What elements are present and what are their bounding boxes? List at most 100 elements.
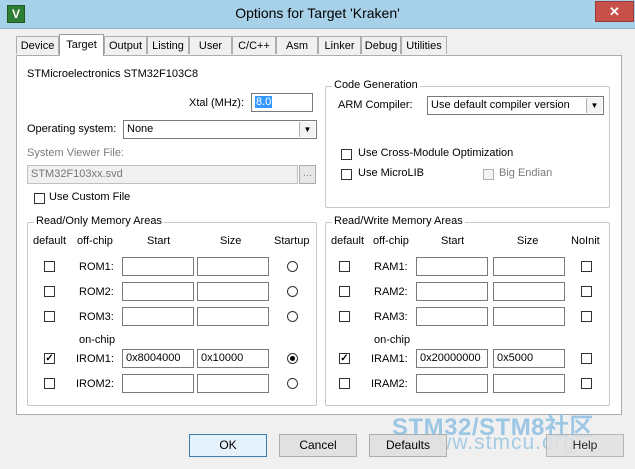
ram1-size-input[interactable] — [493, 257, 565, 276]
rw-header-noinit: NoInit — [571, 235, 600, 247]
read-write-memory-group: Read/Write Memory Areas default off-chip… — [325, 215, 610, 406]
irom1-default-checkbox[interactable]: ✓ — [44, 353, 55, 364]
tab-c-cpp[interactable]: C/C++ — [232, 36, 276, 54]
rom1-start-input[interactable] — [122, 257, 194, 276]
ram3-noinit-checkbox[interactable] — [581, 311, 592, 322]
read-only-memory-group: Read/Only Memory Areas default off-chip … — [27, 215, 317, 406]
rom2-startup-radio[interactable] — [287, 286, 298, 297]
tab-debug[interactable]: Debug — [361, 36, 401, 54]
ram1-noinit-checkbox[interactable] — [581, 261, 592, 272]
rom2-default-checkbox[interactable] — [44, 286, 55, 297]
defaults-button[interactable]: Defaults — [369, 434, 447, 457]
rom2-size-input[interactable] — [197, 282, 269, 301]
rom2-start-input[interactable] — [122, 282, 194, 301]
use-microlib-checkbox[interactable] — [341, 169, 352, 180]
cancel-button[interactable]: Cancel — [279, 434, 357, 457]
iram1-start-input[interactable]: 0x20000000 — [416, 349, 488, 368]
ram3-size-input[interactable] — [493, 307, 565, 326]
system-viewer-file-input[interactable]: STM32F103xx.svd — [27, 165, 298, 184]
irom1-label: IROM1: — [76, 353, 114, 365]
target-panel: STMicroelectronics STM32F103C8 Xtal (MHz… — [16, 55, 622, 415]
read-write-memory-title: Read/Write Memory Areas — [332, 215, 465, 227]
iram2-noinit-checkbox[interactable] — [581, 378, 592, 389]
tab-user[interactable]: User — [189, 36, 232, 54]
xtal-label: Xtal (MHz): — [189, 97, 244, 109]
iram1-size-input[interactable]: 0x5000 — [493, 349, 565, 368]
big-endian-checkbox[interactable] — [483, 169, 494, 180]
ro-header-size: Size — [220, 235, 242, 247]
operating-system-label: Operating system: — [27, 123, 117, 135]
irom2-default-checkbox[interactable] — [44, 378, 55, 389]
tab-output[interactable]: Output — [104, 36, 147, 54]
irom2-size-input[interactable] — [197, 374, 269, 393]
arm-compiler-select[interactable]: Use default compiler version ▼ — [427, 96, 604, 115]
ram1-start-input[interactable] — [416, 257, 488, 276]
irom1-start-input[interactable]: 0x8004000 — [122, 349, 194, 368]
iram2-default-checkbox[interactable] — [339, 378, 350, 389]
arm-compiler-value: Use default compiler version — [431, 99, 570, 111]
ram1-label: RAM1: — [374, 261, 408, 273]
iram2-size-input[interactable] — [493, 374, 565, 393]
cross-module-optimization-checkbox[interactable] — [341, 149, 352, 160]
tab-utilities[interactable]: Utilities — [401, 36, 447, 54]
ram3-default-checkbox[interactable] — [339, 311, 350, 322]
rom2-label: ROM2: — [79, 286, 114, 298]
xtal-value: 8.0 — [255, 96, 273, 108]
ram2-size-input[interactable] — [493, 282, 565, 301]
tab-target[interactable]: Target — [59, 34, 104, 56]
iram2-label: IRAM2: — [371, 378, 408, 390]
rom1-startup-radio[interactable] — [287, 261, 298, 272]
tab-device[interactable]: Device — [16, 36, 59, 54]
rom3-start-input[interactable] — [122, 307, 194, 326]
ro-header-default: default — [33, 235, 67, 247]
rom3-size-input[interactable] — [197, 307, 269, 326]
tab-listing[interactable]: Listing — [147, 36, 189, 54]
rw-onchip-label: on-chip — [374, 334, 411, 346]
system-viewer-file-label: System Viewer File: — [27, 147, 124, 159]
ram2-default-checkbox[interactable] — [339, 286, 350, 297]
irom2-label: IROM2: — [76, 378, 114, 390]
ram2-noinit-checkbox[interactable] — [581, 286, 592, 297]
help-button[interactable]: Help — [546, 434, 624, 457]
rom1-label: ROM1: — [79, 261, 114, 273]
ro-onchip-label: on-chip — [79, 334, 116, 346]
rom3-label: ROM3: — [79, 311, 114, 323]
irom1-startup-radio[interactable] — [287, 353, 298, 364]
window-title: Options for Target 'Kraken' — [235, 5, 400, 21]
use-custom-file-label: Use Custom File — [49, 191, 131, 203]
rom3-startup-radio[interactable] — [287, 311, 298, 322]
close-button[interactable]: ✕ — [595, 1, 634, 22]
system-viewer-file-value: STM32F103xx.svd — [31, 168, 123, 180]
tab-linker[interactable]: Linker — [318, 36, 361, 54]
ram1-default-checkbox[interactable] — [339, 261, 350, 272]
irom2-start-input[interactable] — [122, 374, 194, 393]
iram1-default-checkbox[interactable]: ✓ — [339, 353, 350, 364]
svd-browse-button[interactable]: ... — [299, 165, 316, 184]
ro-header-startup: Startup — [274, 235, 310, 247]
operating-system-select[interactable]: None ▼ — [123, 120, 317, 139]
rw-header-offchip: off-chip — [373, 235, 409, 247]
rom3-default-checkbox[interactable] — [44, 311, 55, 322]
chevron-down-icon: ▼ — [299, 122, 315, 137]
tab-asm[interactable]: Asm — [276, 36, 318, 54]
ram3-start-input[interactable] — [416, 307, 488, 326]
read-only-memory-title: Read/Only Memory Areas — [34, 215, 164, 227]
use-custom-file-checkbox[interactable] — [34, 193, 45, 204]
irom1-size-input[interactable]: 0x10000 — [197, 349, 269, 368]
arm-compiler-label: ARM Compiler: — [338, 99, 413, 111]
ram2-start-input[interactable] — [416, 282, 488, 301]
device-name-label: STMicroelectronics STM32F103C8 — [27, 68, 199, 80]
ram2-label: RAM2: — [374, 286, 408, 298]
irom2-startup-radio[interactable] — [287, 378, 298, 389]
xtal-input[interactable]: 8.0 — [251, 93, 313, 112]
operating-system-value: None — [127, 123, 154, 135]
radio-selected-dot — [290, 356, 295, 361]
ok-button[interactable]: OK — [189, 434, 267, 457]
iram2-start-input[interactable] — [416, 374, 488, 393]
rom1-size-input[interactable] — [197, 257, 269, 276]
iram1-noinit-checkbox[interactable] — [581, 353, 592, 364]
rom1-default-checkbox[interactable] — [44, 261, 55, 272]
rw-header-start: Start — [441, 235, 465, 247]
rw-header-default: default — [331, 235, 365, 247]
chevron-down-icon: ▼ — [586, 98, 602, 113]
